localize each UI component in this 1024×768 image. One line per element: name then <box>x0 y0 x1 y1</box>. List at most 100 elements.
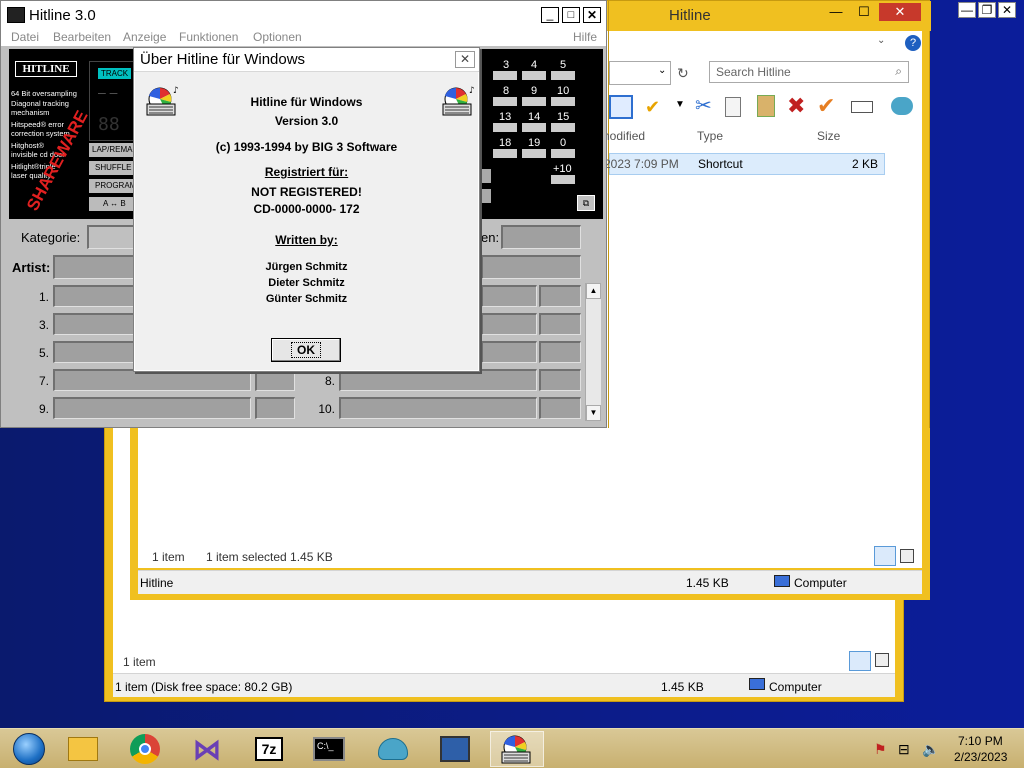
artist-field-right[interactable] <box>481 255 581 279</box>
paste-icon[interactable] <box>757 95 775 117</box>
track-time-field[interactable] <box>539 285 581 307</box>
copy-icon[interactable] <box>725 97 741 117</box>
track-time-field[interactable] <box>539 313 581 335</box>
taskbar-visual-studio[interactable]: ⋈ <box>180 731 234 767</box>
close-button[interactable]: ✕ <box>455 51 475 68</box>
menu-hilfe[interactable]: Hilfe <box>573 30 597 44</box>
program-button[interactable]: PROGRAM <box>89 179 136 193</box>
address-bar[interactable]: ⌄ <box>609 61 671 85</box>
scroll-up-icon[interactable]: ▲ <box>586 283 601 299</box>
taskbar-hitline[interactable] <box>490 731 544 767</box>
key-button[interactable] <box>522 149 546 158</box>
taskbar-computer[interactable] <box>428 731 482 767</box>
a-b-button[interactable]: A ↔ B <box>89 197 135 211</box>
track-title-field[interactable] <box>339 397 537 419</box>
key-button[interactable] <box>551 71 575 80</box>
maximize-button[interactable]: □ <box>562 7 580 23</box>
taskbar-shell[interactable] <box>366 731 420 767</box>
clock-time[interactable]: 7:10 PM <box>958 734 1003 748</box>
details-view-icon[interactable] <box>874 546 896 566</box>
dropdown-icon[interactable]: ⌄ <box>658 65 666 76</box>
search-icon[interactable]: ⌕ <box>895 64 902 79</box>
shuffle-button[interactable]: SHUFFLE <box>89 161 135 175</box>
menu-bearbeiten[interactable]: Bearbeiten <box>53 30 111 44</box>
key-button[interactable] <box>493 123 517 132</box>
track-title-field[interactable] <box>53 313 135 335</box>
restore-button[interactable]: ❐ <box>978 2 996 18</box>
key-button[interactable] <box>493 97 517 106</box>
chevron-down-icon[interactable]: ⌄ <box>877 35 885 46</box>
details-view-icon[interactable] <box>849 651 871 671</box>
track-title-field[interactable] <box>53 397 251 419</box>
track-title-field[interactable] <box>339 369 537 391</box>
track-time-field[interactable] <box>539 341 581 363</box>
shell-icon[interactable] <box>891 97 913 115</box>
column-date-modified[interactable]: nodified <box>603 129 645 143</box>
file-row-hitline[interactable]: 2023 7:09 PM Shortcut 2 KB <box>604 153 885 175</box>
track-title-field[interactable] <box>53 341 135 363</box>
menu-funktionen[interactable]: Funktionen <box>179 30 238 44</box>
hitline-app-icon[interactable] <box>7 7 25 23</box>
key-button[interactable] <box>551 123 575 132</box>
right-field[interactable] <box>501 225 581 249</box>
check-icon[interactable]: ✔ <box>817 93 835 119</box>
hitline-titlebar[interactable]: Hitline 3.0 _ □ ✕ <box>1 1 606 29</box>
taskbar-chrome[interactable] <box>118 731 172 767</box>
minimize-button[interactable]: — <box>958 2 976 18</box>
minimize-button[interactable]: _ <box>541 7 559 23</box>
network-icon[interactable]: ⊟ <box>898 741 910 758</box>
taskbar-7zip[interactable]: 7z <box>242 731 296 767</box>
close-button[interactable]: ✕ <box>998 2 1016 18</box>
track-title-field[interactable] <box>53 369 251 391</box>
menu-datei[interactable]: Datei <box>11 30 39 44</box>
resize-icon[interactable]: ⧉ <box>577 195 595 211</box>
properties-icon[interactable]: ✔ <box>645 97 660 118</box>
scroll-down-icon[interactable]: ▼ <box>586 405 601 421</box>
key-button[interactable] <box>522 97 546 106</box>
maximize-button[interactable]: ☐ <box>853 3 875 21</box>
rename-icon[interactable] <box>851 101 873 113</box>
key-button[interactable] <box>551 149 575 158</box>
taskbar-explorer[interactable] <box>56 731 110 767</box>
about-titlebar[interactable]: Über Hitline für Windows ✕ <box>134 48 479 72</box>
minimize-button[interactable]: — <box>825 3 847 21</box>
action-center-icon[interactable]: ⚑ <box>874 741 887 758</box>
start-button[interactable] <box>2 731 56 767</box>
clock-date[interactable]: 2/23/2023 <box>954 750 1007 764</box>
menu-optionen[interactable]: Optionen <box>253 30 302 44</box>
about-dialog[interactable]: Über Hitline für Windows ✕ ♪ ♪ Hitline f… <box>133 47 480 372</box>
key-button[interactable] <box>551 97 575 106</box>
titlebar[interactable]: Hitline — ☐ ✕ <box>609 1 931 31</box>
lap-remain-button[interactable]: LAP/REMAIN <box>89 143 135 157</box>
track-time-field[interactable] <box>255 397 295 419</box>
volume-icon[interactable]: 🔈 <box>922 741 939 758</box>
dropdown-arrow-icon[interactable]: ▼ <box>675 99 685 110</box>
large-icons-view-icon[interactable] <box>900 549 914 563</box>
key-button[interactable] <box>551 175 575 184</box>
track-time-field[interactable] <box>539 397 581 419</box>
track-title-field[interactable] <box>481 341 537 363</box>
track-title-field[interactable] <box>481 313 537 335</box>
artist-field[interactable] <box>53 255 135 279</box>
column-size[interactable]: Size <box>817 129 840 143</box>
key-button[interactable] <box>479 189 491 203</box>
view-pane-icon[interactable] <box>609 95 633 119</box>
track-time-field[interactable] <box>539 369 581 391</box>
cut-icon[interactable]: ✂ <box>695 93 712 118</box>
track-list-scrollbar[interactable]: ▲ ▼ <box>585 283 601 421</box>
key-button[interactable] <box>522 123 546 132</box>
key-button[interactable] <box>479 169 491 183</box>
help-icon[interactable]: ? <box>905 35 921 51</box>
delete-icon[interactable]: ✖ <box>787 93 805 119</box>
kategorie-field[interactable] <box>87 225 135 249</box>
column-type[interactable]: Type <box>697 129 723 143</box>
track-time-field[interactable] <box>255 369 295 391</box>
track-title-field[interactable] <box>53 285 135 307</box>
close-button[interactable]: ✕ <box>583 7 601 23</box>
taskbar-cmd[interactable]: C:\_ <box>302 731 356 767</box>
menu-anzeige[interactable]: Anzeige <box>123 30 166 44</box>
key-button[interactable] <box>493 149 517 158</box>
close-button[interactable]: ✕ <box>879 3 921 21</box>
search-input[interactable]: Search Hitline ⌕ <box>709 61 909 83</box>
track-title-field[interactable] <box>481 285 537 307</box>
